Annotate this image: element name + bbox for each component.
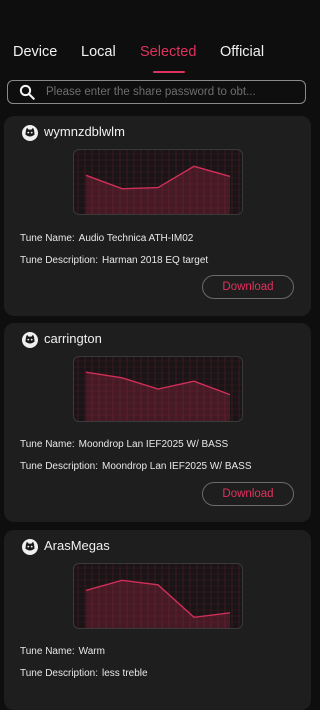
tune-name-value: Warm xyxy=(78,646,105,657)
tune-description-value: less treble xyxy=(102,668,148,679)
eq-curve-fill xyxy=(86,166,230,214)
card-username: wymnzdblwlm xyxy=(44,124,125,139)
eq-curve-svg xyxy=(74,357,242,421)
tune-name-label: Tune Name: xyxy=(20,233,75,244)
tune-name-value: Audio Technica ATH-IM02 xyxy=(78,233,194,244)
tune-name-value: Moondrop Lan IEF2025 W/ BASS xyxy=(78,439,229,450)
download-button[interactable]: Download xyxy=(202,275,294,299)
tune-description-label: Tune Description: xyxy=(20,461,98,472)
tune-name-row: Tune Name: Moondrop Lan IEF2025 W/ BASS xyxy=(20,439,228,450)
tune-description-value: Moondrop Lan IEF2025 W/ BASS xyxy=(102,461,252,472)
tune-card: wymnzdblwlm Tune Name: Audio Technica ATH… xyxy=(4,116,311,316)
tune-name-row: Tune Name: Audio Technica ATH-IM02 xyxy=(20,233,193,244)
tune-name-label: Tune Name: xyxy=(20,439,75,450)
tune-description-label: Tune Description: xyxy=(20,255,98,266)
tune-description-row: Tune Description: Moondrop Lan IEF2025 W/… xyxy=(20,461,252,472)
tab-device[interactable]: Device xyxy=(13,44,57,60)
search-input[interactable] xyxy=(46,86,299,98)
eq-curve-graph xyxy=(73,563,243,629)
download-button[interactable]: Download xyxy=(202,482,294,506)
eq-curve-fill xyxy=(86,372,230,421)
tune-description-label: Tune Description: xyxy=(20,668,98,679)
tab-local[interactable]: Local xyxy=(81,44,116,60)
eq-curve-svg xyxy=(74,564,242,628)
tune-description-row: Tune Description: less treble xyxy=(20,668,148,679)
search-icon[interactable] xyxy=(18,83,36,101)
tune-card: carrington Tune Name: Moondrop Lan IEF202… xyxy=(4,323,311,522)
tune-description-row: Tune Description: Harman 2018 EQ target xyxy=(20,255,208,266)
tune-name-label: Tune Name: xyxy=(20,646,75,657)
cat-icon xyxy=(25,127,35,137)
eq-curve-graph xyxy=(73,356,243,422)
tune-name-row: Tune Name: Warm xyxy=(20,646,105,657)
cat-icon xyxy=(25,541,35,551)
tune-description-value: Harman 2018 EQ target xyxy=(102,255,209,266)
share-password-search[interactable] xyxy=(7,80,306,104)
cat-icon xyxy=(25,334,35,344)
user-avatar xyxy=(22,539,38,555)
tab-selected[interactable]: Selected xyxy=(140,44,196,60)
user-avatar xyxy=(22,125,38,141)
eq-curve-graph xyxy=(73,149,243,215)
eq-curve-svg xyxy=(74,150,242,214)
tune-card: ArasMegas Tune Name: Warm Tune Descriptio… xyxy=(4,530,311,710)
tab-official[interactable]: Official xyxy=(220,44,264,60)
active-tab-indicator xyxy=(153,71,185,73)
tab-bar: Device Local Selected Official xyxy=(0,0,315,80)
card-username: carrington xyxy=(44,331,102,346)
card-username: ArasMegas xyxy=(44,538,110,553)
user-avatar xyxy=(22,332,38,348)
